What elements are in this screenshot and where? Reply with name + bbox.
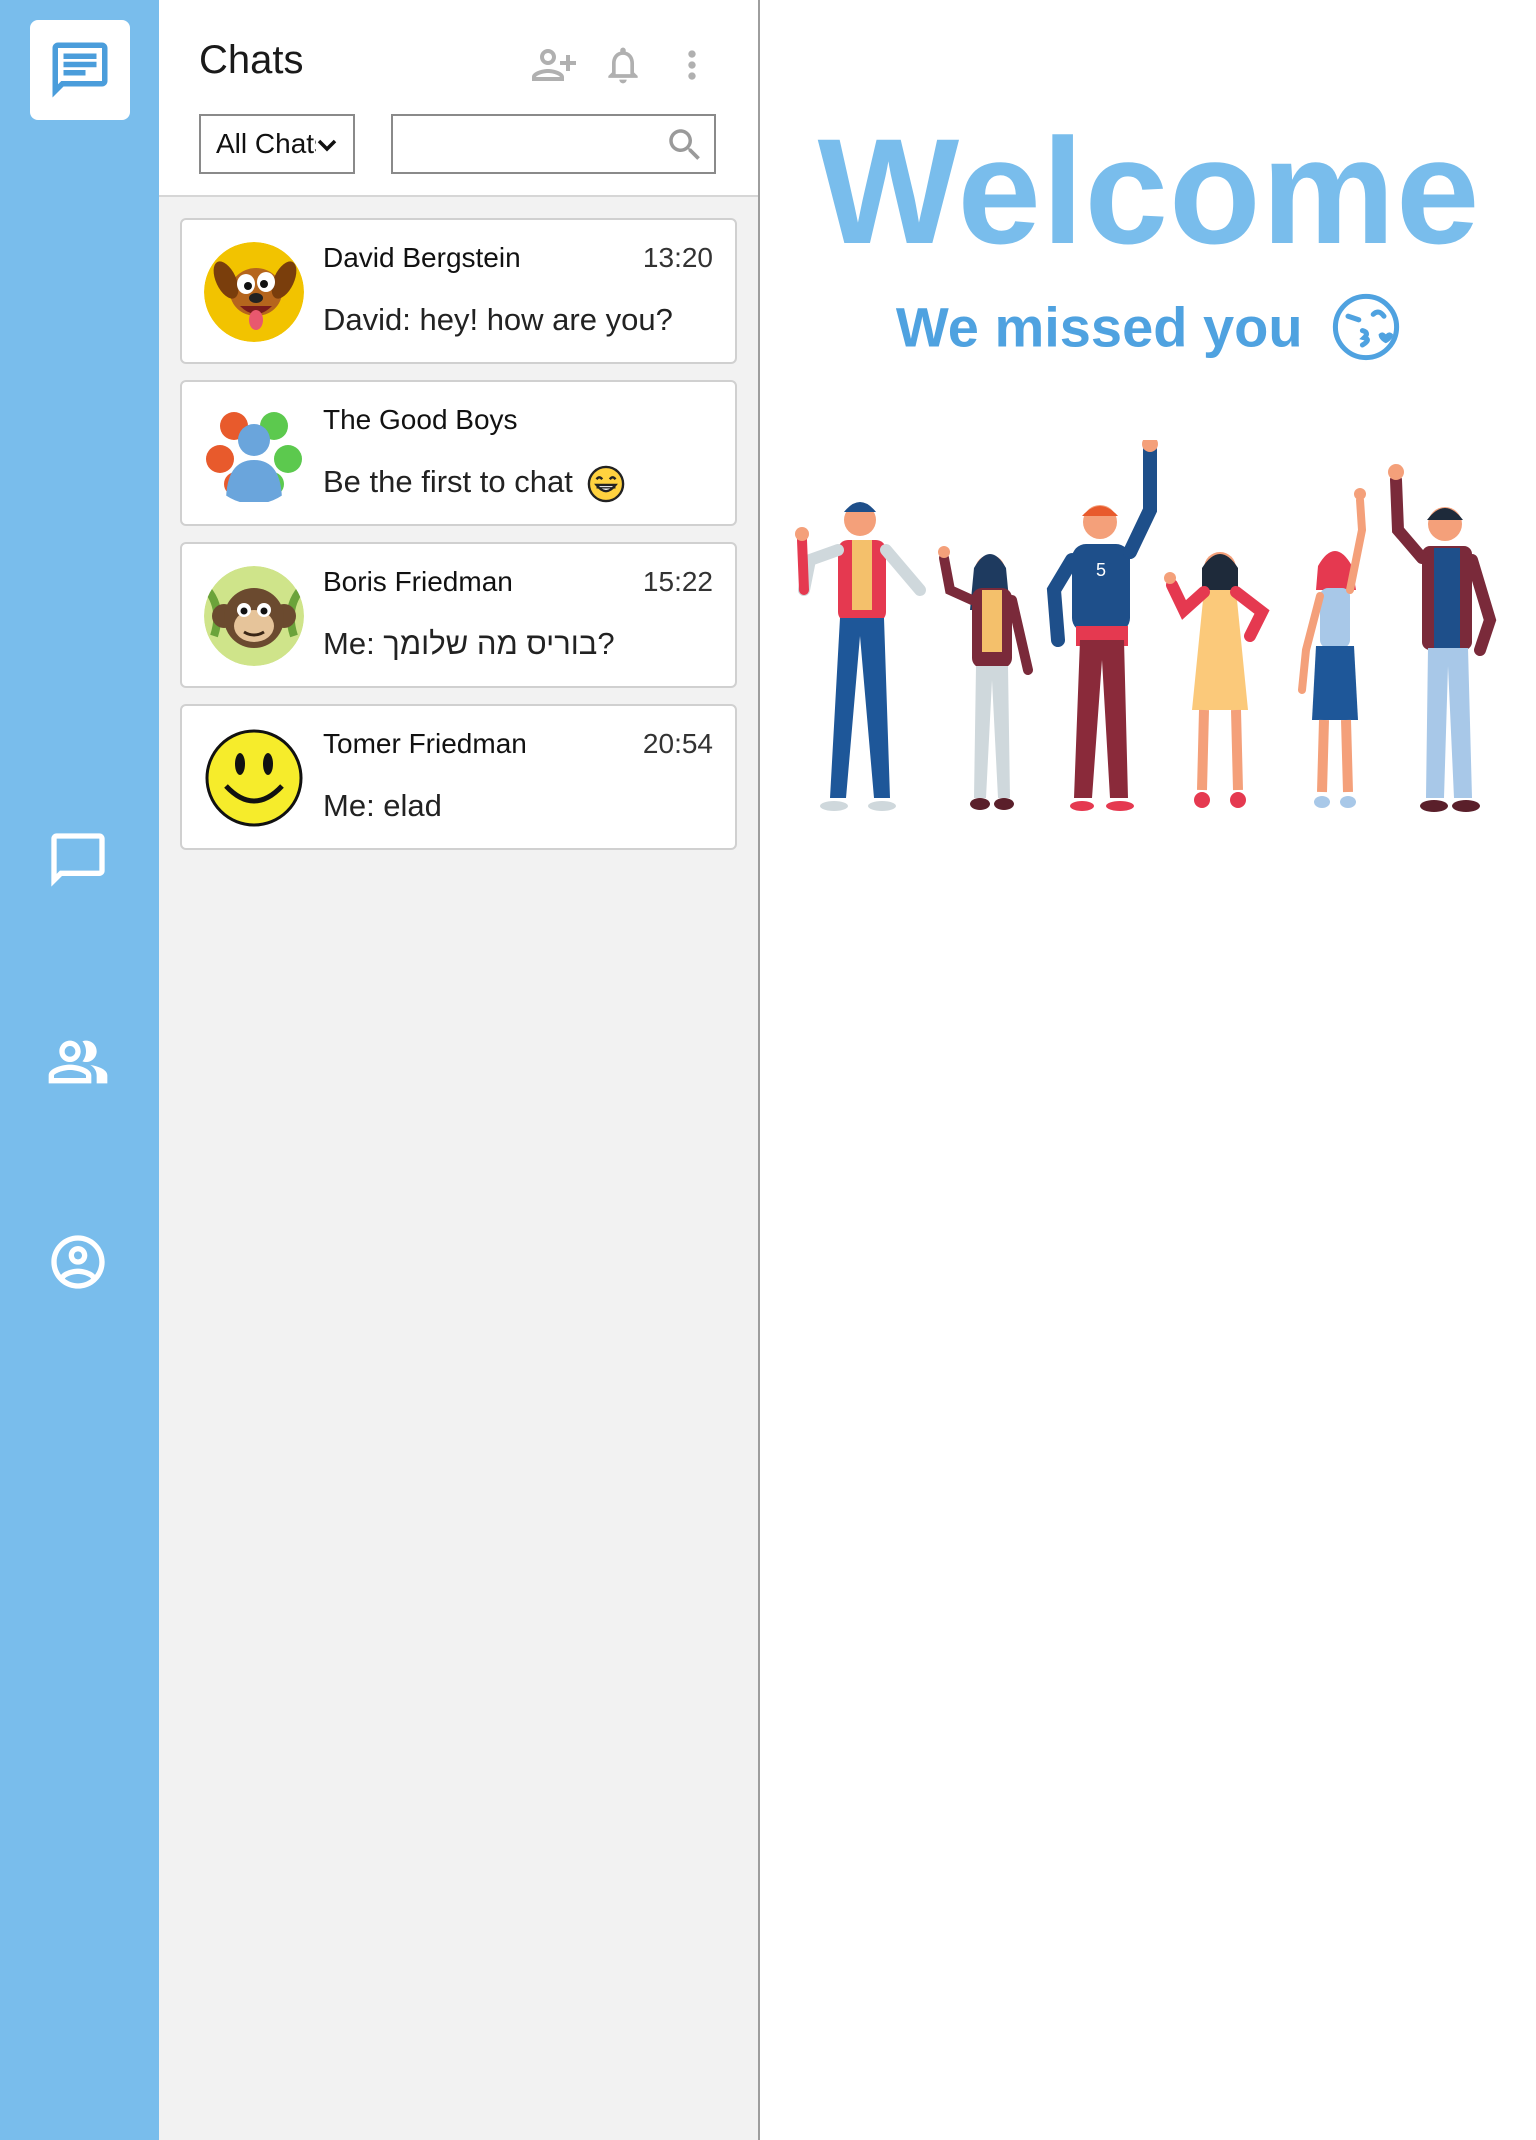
chat-last-message: Me: elad (323, 788, 442, 823)
avatar (204, 242, 304, 342)
search-icon[interactable] (664, 124, 706, 166)
rail-chats-button[interactable] (30, 20, 130, 120)
monkey-avatar-icon (204, 566, 304, 666)
avatar (204, 566, 304, 666)
chat-time: 15:22 (642, 566, 713, 597)
kissing-face-icon (1332, 294, 1400, 361)
chat-last-message: David: hey! how are you? (323, 302, 673, 337)
chat-time: 20:54 (642, 728, 713, 759)
person-figure: 5 (1046, 440, 1158, 811)
chat-filter-select[interactable]: All Chats (199, 114, 355, 174)
chat-list-header: Chats All Chats (159, 0, 758, 197)
rail-profile-button[interactable] (40, 1224, 116, 1300)
chat-name: The Good Boys (323, 404, 518, 435)
chat-last-message: Be the first to chat (323, 464, 573, 499)
chat-last-message-row: Be the first to chat (323, 464, 625, 503)
chat-bubble-icon (51, 833, 105, 887)
chat-list-icon (52, 42, 108, 98)
smiley-avatar-icon (205, 729, 303, 827)
account-circle-icon (51, 1235, 105, 1289)
more-vert-icon (688, 50, 696, 80)
notifications-button[interactable] (598, 40, 648, 90)
people-icon (48, 1040, 108, 1084)
person-figure (795, 502, 926, 811)
left-rail (0, 0, 159, 2140)
grinning-face-icon (588, 465, 625, 503)
welcome-heading: Welcome (817, 107, 1481, 275)
person-figure (1298, 488, 1367, 808)
chat-list-panel: Chats All Chats (159, 0, 760, 2140)
page-title: Chats (199, 38, 304, 82)
chat-time: 13:20 (642, 242, 713, 273)
more-options-button[interactable] (667, 40, 717, 90)
dog-avatar-icon (204, 242, 304, 342)
chat-item[interactable]: The Good Boys Be the first to chat (180, 380, 737, 526)
welcome-subtitle: We missed you (895, 295, 1303, 359)
avatar (204, 728, 304, 828)
chat-item[interactable]: Tomer Friedman 20:54 Me: elad (180, 704, 737, 850)
search-box (391, 114, 716, 174)
welcome-pane: Welcome We missed you 5 (762, 0, 1536, 2140)
chat-name: David Bergstein (323, 242, 521, 273)
chat-list: David Bergstein 13:20 David: hey! how ar… (180, 218, 737, 866)
person-figure (938, 546, 1033, 810)
add-contact-button[interactable] (529, 40, 579, 90)
chat-item[interactable]: David Bergstein 13:20 David: hey! how ar… (180, 218, 737, 364)
person-figure (1388, 464, 1497, 812)
waving-people-illustration: 5 (795, 440, 1497, 812)
chevron-down-icon (317, 139, 337, 152)
rail-messages-button[interactable] (40, 822, 116, 898)
chat-item[interactable]: Boris Friedman 15:22 Me: בוריס מה שלומך? (180, 542, 737, 688)
bell-icon (608, 47, 638, 84)
search-input[interactable] (403, 124, 663, 164)
chat-last-message: Me: בוריס מה שלומך? (323, 626, 615, 661)
svg-text:5: 5 (1096, 560, 1106, 580)
welcome-subtitle-row: We missed you (762, 290, 1536, 363)
chat-name: Boris Friedman (323, 566, 513, 597)
add-contact-icon (532, 49, 576, 81)
group-avatar-icon (206, 412, 302, 502)
chat-name: Tomer Friedman (323, 728, 527, 759)
chat-filter-value: All Chats (216, 128, 316, 159)
avatar (204, 404, 304, 504)
person-figure (1164, 552, 1270, 808)
rail-contacts-button[interactable] (40, 1024, 116, 1100)
